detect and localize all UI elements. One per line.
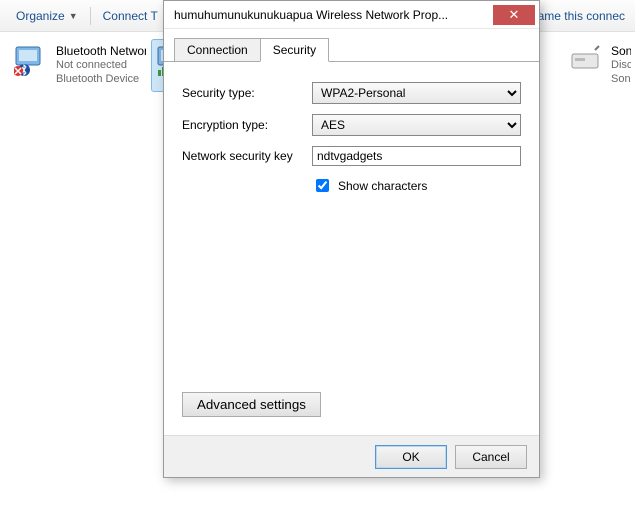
rename-connection-label[interactable]: hame this connec xyxy=(531,9,625,23)
encryption-type-select[interactable]: AES xyxy=(312,114,521,136)
chevron-down-icon: ▼ xyxy=(69,11,78,21)
connection-name: Bluetooth Network xyxy=(56,44,146,59)
dialog-title: humuhumunukunukuapua Wireless Network Pr… xyxy=(174,8,493,22)
tab-connection[interactable]: Connection xyxy=(174,38,261,62)
close-button[interactable]: ✕ xyxy=(493,5,535,25)
connection-device: Bluetooth Device xyxy=(56,73,146,87)
security-type-label: Security type: xyxy=(182,86,312,100)
organize-menu[interactable]: Organize ▼ xyxy=(10,5,84,27)
connect-to-label: Connect T xyxy=(103,9,158,23)
ok-button[interactable]: OK xyxy=(375,445,447,469)
network-key-input[interactable] xyxy=(312,146,521,166)
security-panel: Security type: WPA2-Personal Encryption … xyxy=(164,62,539,435)
close-icon: ✕ xyxy=(509,8,520,21)
toolbar-separator xyxy=(90,7,91,25)
connect-to-menu[interactable]: Connect T xyxy=(97,5,164,27)
dialog-button-row: OK Cancel xyxy=(164,435,539,477)
connection-item-sonicwall[interactable]: SonicWALL I Disconnecte SonicWALL I xyxy=(565,40,635,91)
dialog-titlebar[interactable]: humuhumunukunukuapua Wireless Network Pr… xyxy=(164,1,539,29)
connection-status: Disconnecte xyxy=(611,59,631,73)
connection-status: Not connected xyxy=(56,59,146,73)
advanced-settings-button[interactable]: Advanced settings xyxy=(182,392,321,417)
modem-icon xyxy=(569,44,605,78)
show-characters-checkbox[interactable] xyxy=(316,179,329,192)
bluetooth-adapter-icon xyxy=(14,44,50,78)
security-type-select[interactable]: WPA2-Personal xyxy=(312,82,521,104)
connection-item-bluetooth[interactable]: Bluetooth Network Not connected Bluetoot… xyxy=(10,40,150,91)
connection-device: SonicWALL I xyxy=(611,73,631,87)
connection-name: SonicWALL I xyxy=(611,44,631,59)
network-key-label: Network security key xyxy=(182,149,312,163)
show-characters-label: Show characters xyxy=(338,179,427,193)
cancel-button[interactable]: Cancel xyxy=(455,445,527,469)
organize-label: Organize xyxy=(16,9,65,23)
tab-security[interactable]: Security xyxy=(260,38,329,62)
wireless-properties-dialog: humuhumunukunukuapua Wireless Network Pr… xyxy=(163,0,540,478)
tab-bar: Connection Security xyxy=(164,29,539,62)
encryption-type-label: Encryption type: xyxy=(182,118,312,132)
